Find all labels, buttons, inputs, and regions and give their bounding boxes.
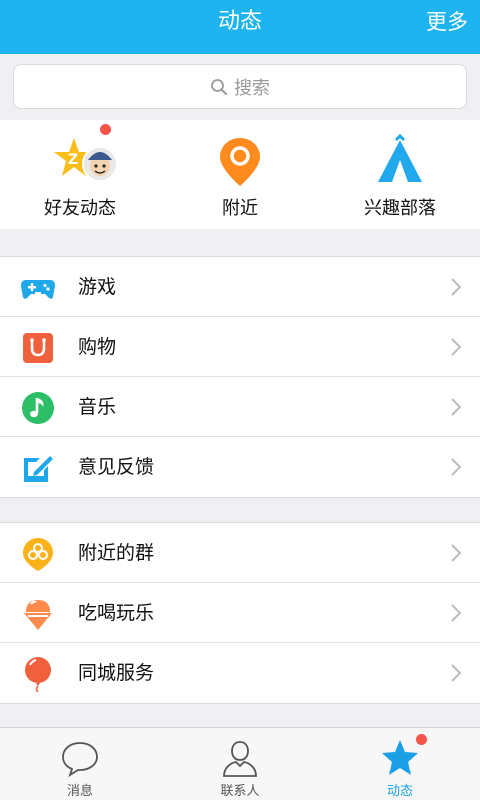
tab-messages[interactable]: 消息 (0, 728, 160, 800)
quick-nearby[interactable]: 附近 (160, 120, 320, 229)
menu-item-food-fun[interactable]: 吃喝玩乐 (0, 583, 480, 643)
contacts-person-icon (223, 741, 257, 777)
menu-item-feedback[interactable]: 意见反馈 (0, 437, 480, 497)
chevron-right-icon (451, 458, 462, 476)
search-icon (211, 78, 227, 95)
quick-entries: Z 好友动态 附近 兴趣部落 (0, 120, 480, 229)
menu-label: 购物 (78, 336, 117, 358)
friends-feed-badge (100, 124, 111, 135)
menu-item-games[interactable]: 游戏 (0, 257, 480, 317)
menu-label: 游戏 (78, 276, 117, 298)
svg-text:Z: Z (68, 152, 78, 168)
menu-label: 附近的群 (78, 542, 155, 564)
more-button[interactable]: 更多 (426, 0, 468, 44)
tab-feed[interactable]: 动态 (320, 728, 480, 800)
menu-label: 音乐 (78, 396, 117, 418)
search-placeholder: 搜索 (234, 77, 270, 99)
feedback-icon (24, 456, 53, 482)
music-note-icon (22, 392, 54, 424)
menu-item-city-services[interactable]: 同城服务 (0, 643, 480, 703)
menu-item-music[interactable]: 音乐 (0, 377, 480, 437)
ice-cream-icon (24, 600, 52, 630)
bottom-tab-bar: 消息 联系人 动态 (0, 727, 480, 800)
chevron-right-icon (451, 544, 462, 562)
tab-contacts[interactable]: 联系人 (160, 728, 320, 800)
location-pin-icon (220, 138, 260, 186)
menu-label: 同城服务 (78, 662, 155, 684)
gamepad-icon (21, 280, 55, 299)
menu-item-shopping[interactable]: 购物 (0, 317, 480, 377)
chevron-right-icon (451, 278, 462, 296)
search-area: 搜索 (0, 54, 480, 120)
chevron-right-icon (451, 604, 462, 622)
tab-label: 联系人 (220, 784, 260, 799)
search-input[interactable]: 搜索 (13, 64, 467, 109)
friends-feed-icon: Z (54, 138, 118, 182)
tab-label: 动态 (386, 784, 413, 799)
quick-friends-feed[interactable]: Z 好友动态 (0, 120, 160, 229)
star-icon (382, 740, 418, 775)
feed-tab-badge (416, 734, 427, 745)
tribe-tent-icon (378, 134, 422, 182)
nearby-group-icon (23, 538, 53, 571)
page-title: 动态 (217, 9, 262, 34)
quick-label: 兴趣部落 (364, 198, 436, 219)
balloon-icon (25, 657, 51, 692)
quick-tribe[interactable]: 兴趣部落 (320, 120, 480, 229)
chat-bubble-icon (62, 742, 98, 778)
menu-item-nearby-groups[interactable]: 附近的群 (0, 523, 480, 583)
menu-group-2: 附近的群 吃喝玩乐 同城服务 (0, 522, 480, 704)
menu-label: 意见反馈 (78, 456, 155, 478)
quick-label: 好友动态 (44, 198, 116, 219)
tab-label: 消息 (66, 784, 93, 799)
chevron-right-icon (451, 664, 462, 682)
menu-group-1: 游戏 购物 音乐 意见反馈 (0, 256, 480, 498)
menu-label: 吃喝玩乐 (78, 602, 155, 624)
header-bar: 动态 更多 (0, 0, 480, 54)
chevron-right-icon (451, 338, 462, 356)
quick-label: 附近 (222, 198, 258, 219)
shopping-bag-icon (23, 333, 53, 363)
chevron-right-icon (451, 398, 462, 416)
